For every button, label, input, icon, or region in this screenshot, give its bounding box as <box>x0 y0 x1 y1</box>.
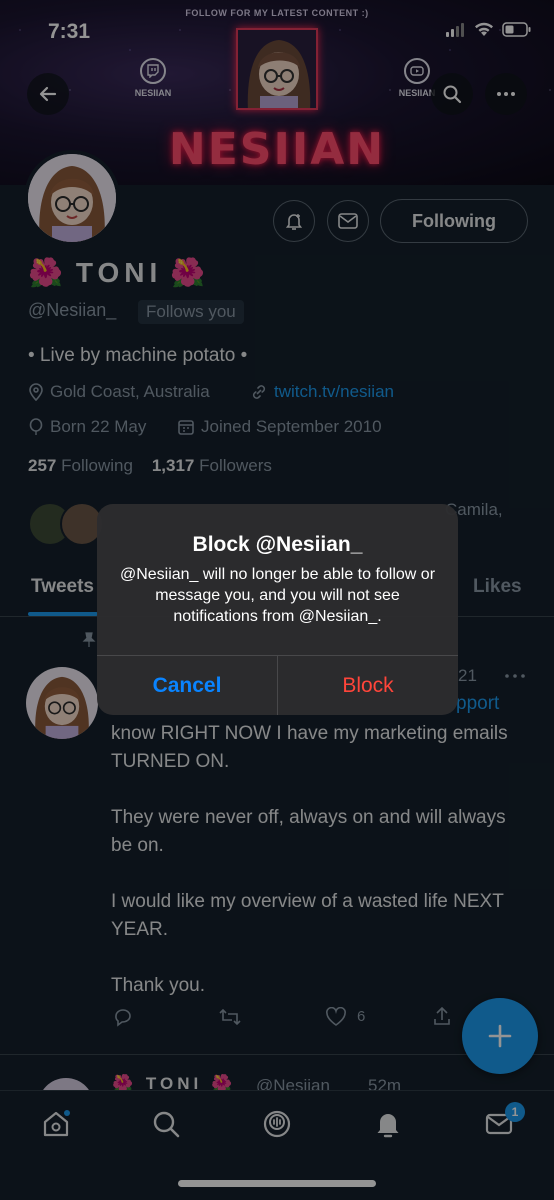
block-button[interactable]: Block <box>278 656 458 715</box>
alert-message: @Nesiian_ will no longer be able to foll… <box>119 566 436 625</box>
block-confirm-dialog: Block @Nesiian_ @Nesiian_ will no longer… <box>97 504 458 715</box>
alert-title: Block @Nesiian_ <box>192 533 363 556</box>
cancel-button[interactable]: Cancel <box>97 656 277 715</box>
